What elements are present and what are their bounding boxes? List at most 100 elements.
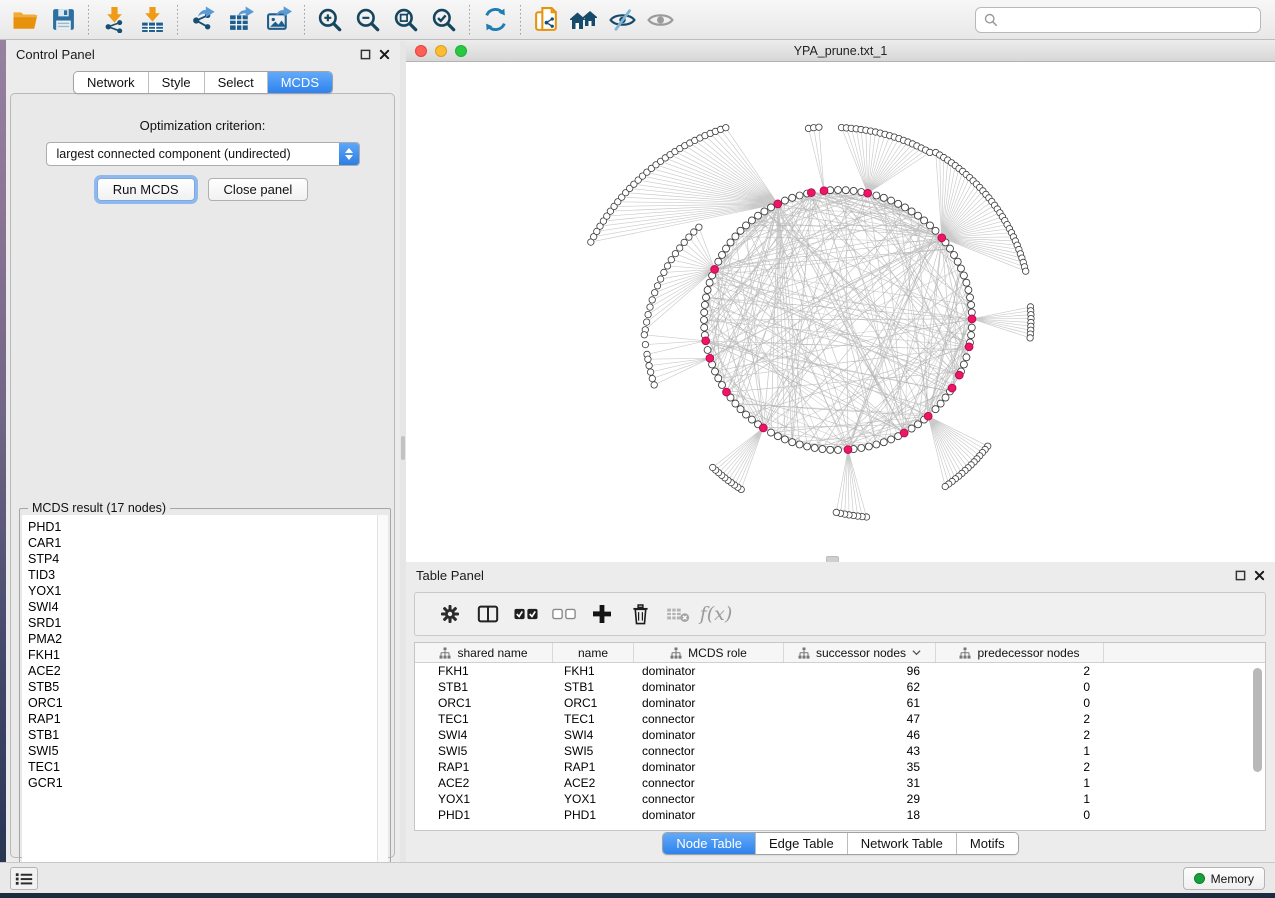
table-row[interactable]: ACE2ACE2connector311 <box>415 775 1265 791</box>
table-cell: PHD1 <box>553 807 634 823</box>
table-cell: 2 <box>936 759 1104 775</box>
tab-select[interactable]: Select <box>205 72 268 93</box>
table-cell: dominator <box>634 727 784 743</box>
table-row[interactable]: STB1STB1dominator620 <box>415 679 1265 695</box>
table-cell: SWI5 <box>415 743 553 759</box>
sort-chevron-icon <box>912 649 921 656</box>
mcds-node-item[interactable]: STB5 <box>28 679 377 695</box>
toolbar-separator <box>88 5 89 35</box>
import-network-button[interactable] <box>95 3 133 37</box>
tab-edge-table[interactable]: Edge Table <box>756 833 848 854</box>
column-header-predecessor-nodes[interactable]: predecessor nodes <box>936 643 1104 662</box>
import-table-button[interactable] <box>133 3 171 37</box>
mcds-node-item[interactable]: YOX1 <box>28 583 377 599</box>
column-header-shared-name[interactable]: shared name <box>415 643 553 662</box>
mcds-node-item[interactable]: SRD1 <box>28 615 377 631</box>
cytoscape-window: Control Panel Network Style Select MCDS … <box>0 0 1275 898</box>
memory-button[interactable]: Memory <box>1183 867 1265 890</box>
mcds-node-item[interactable]: CAR1 <box>28 535 377 551</box>
select-all-checkboxes-button[interactable] <box>507 596 545 632</box>
table-cell: 0 <box>936 807 1104 823</box>
table-row[interactable]: ORC1ORC1dominator610 <box>415 695 1265 711</box>
show-panels-button[interactable] <box>10 867 38 890</box>
function-builder-button: f(x) <box>697 596 735 632</box>
export-table-button[interactable] <box>222 3 260 37</box>
tab-network-table[interactable]: Network Table <box>848 833 957 854</box>
zoom-fit-button[interactable] <box>387 3 425 37</box>
search-input[interactable] <box>1004 13 1252 28</box>
hide-selected-button[interactable] <box>603 3 641 37</box>
network-canvas[interactable] <box>406 62 1275 562</box>
table-row[interactable]: FKH1FKH1dominator962 <box>415 663 1265 679</box>
delete-column-button[interactable] <box>621 596 659 632</box>
import-table-icon <box>139 6 166 33</box>
close-panel-icon[interactable] <box>1254 570 1265 581</box>
mcds-node-item[interactable]: SWI5 <box>28 743 377 759</box>
delete-table-button <box>659 596 697 632</box>
close-panel-button[interactable]: Close panel <box>208 178 309 201</box>
table-scrollbar-thumb[interactable] <box>1253 668 1262 772</box>
mcds-node-item[interactable]: ORC1 <box>28 695 377 711</box>
export-network-button[interactable] <box>184 3 222 37</box>
add-column-button[interactable] <box>583 596 621 632</box>
mcds-node-item[interactable]: PMA2 <box>28 631 377 647</box>
table-row[interactable]: RAP1RAP1dominator352 <box>415 759 1265 775</box>
zoom-out-button[interactable] <box>349 3 387 37</box>
mcds-node-item[interactable]: TEC1 <box>28 759 377 775</box>
tab-motifs[interactable]: Motifs <box>957 833 1018 854</box>
network-graph[interactable] <box>406 62 1275 562</box>
zoom-in-button[interactable] <box>311 3 349 37</box>
table-cell: STB1 <box>553 679 634 695</box>
mcds-result-list[interactable]: PHD1CAR1STP4TID3YOX1SWI4SRD1PMA2FKH1ACE2… <box>22 515 377 877</box>
tab-node-table[interactable]: Node Table <box>663 833 756 854</box>
zoom-selected-button[interactable] <box>425 3 463 37</box>
mcds-list-scrollbar[interactable] <box>377 515 388 877</box>
export-image-button[interactable] <box>260 3 298 37</box>
column-header-successor-nodes[interactable]: successor nodes <box>784 643 936 662</box>
column-header-mcds-role[interactable]: MCDS role <box>634 643 784 662</box>
splitter-handle[interactable] <box>401 436 405 460</box>
table-cell: connector <box>634 775 784 791</box>
first-neighbors-button[interactable] <box>565 3 603 37</box>
mcds-node-item[interactable]: TID3 <box>28 567 377 583</box>
clear-checkboxes-button[interactable] <box>545 596 583 632</box>
close-panel-icon[interactable] <box>379 49 390 60</box>
table-options-button[interactable] <box>431 596 469 632</box>
show-all-button[interactable] <box>641 3 679 37</box>
table-row[interactable]: YOX1YOX1connector291 <box>415 791 1265 807</box>
table-cell: TEC1 <box>415 711 553 727</box>
table-cell: SWI4 <box>415 727 553 743</box>
duplicate-network-button[interactable] <box>527 3 565 37</box>
tab-network[interactable]: Network <box>74 72 149 93</box>
table-row[interactable]: PHD1PHD1dominator180 <box>415 807 1265 823</box>
table-cell: 1 <box>936 791 1104 807</box>
toolbar-separator <box>304 5 305 35</box>
run-mcds-button[interactable]: Run MCDS <box>97 178 195 201</box>
float-panel-icon[interactable] <box>360 49 371 60</box>
network-search-field[interactable] <box>975 7 1261 33</box>
column-header-name[interactable]: name <box>553 643 634 662</box>
save-session-button[interactable] <box>44 3 82 37</box>
table-cell <box>1104 727 1265 743</box>
open-file-button[interactable] <box>6 3 44 37</box>
mcds-node-item[interactable]: PHD1 <box>28 519 377 535</box>
table-row[interactable]: TEC1TEC1connector472 <box>415 711 1265 727</box>
mcds-node-item[interactable]: RAP1 <box>28 711 377 727</box>
table-row[interactable]: SWI4SWI4dominator462 <box>415 727 1265 743</box>
mcds-node-item[interactable]: STP4 <box>28 551 377 567</box>
table-cell <box>1104 695 1265 711</box>
mcds-node-item[interactable]: GCR1 <box>28 775 377 791</box>
show-columns-button[interactable] <box>469 596 507 632</box>
node-table-header: shared name name MCDS role successor nod… <box>415 643 1265 663</box>
mcds-node-item[interactable]: STB1 <box>28 727 377 743</box>
mcds-node-item[interactable]: ACE2 <box>28 663 377 679</box>
mcds-node-item[interactable]: SWI4 <box>28 599 377 615</box>
criterion-dropdown[interactable]: largest connected component (undirected) <box>46 142 360 166</box>
table-cell: dominator <box>634 695 784 711</box>
table-row[interactable]: SWI5SWI5connector431 <box>415 743 1265 759</box>
float-panel-icon[interactable] <box>1235 570 1246 581</box>
tab-mcds[interactable]: MCDS <box>268 72 332 93</box>
tab-style[interactable]: Style <box>149 72 205 93</box>
refresh-view-button[interactable] <box>476 3 514 37</box>
mcds-node-item[interactable]: FKH1 <box>28 647 377 663</box>
